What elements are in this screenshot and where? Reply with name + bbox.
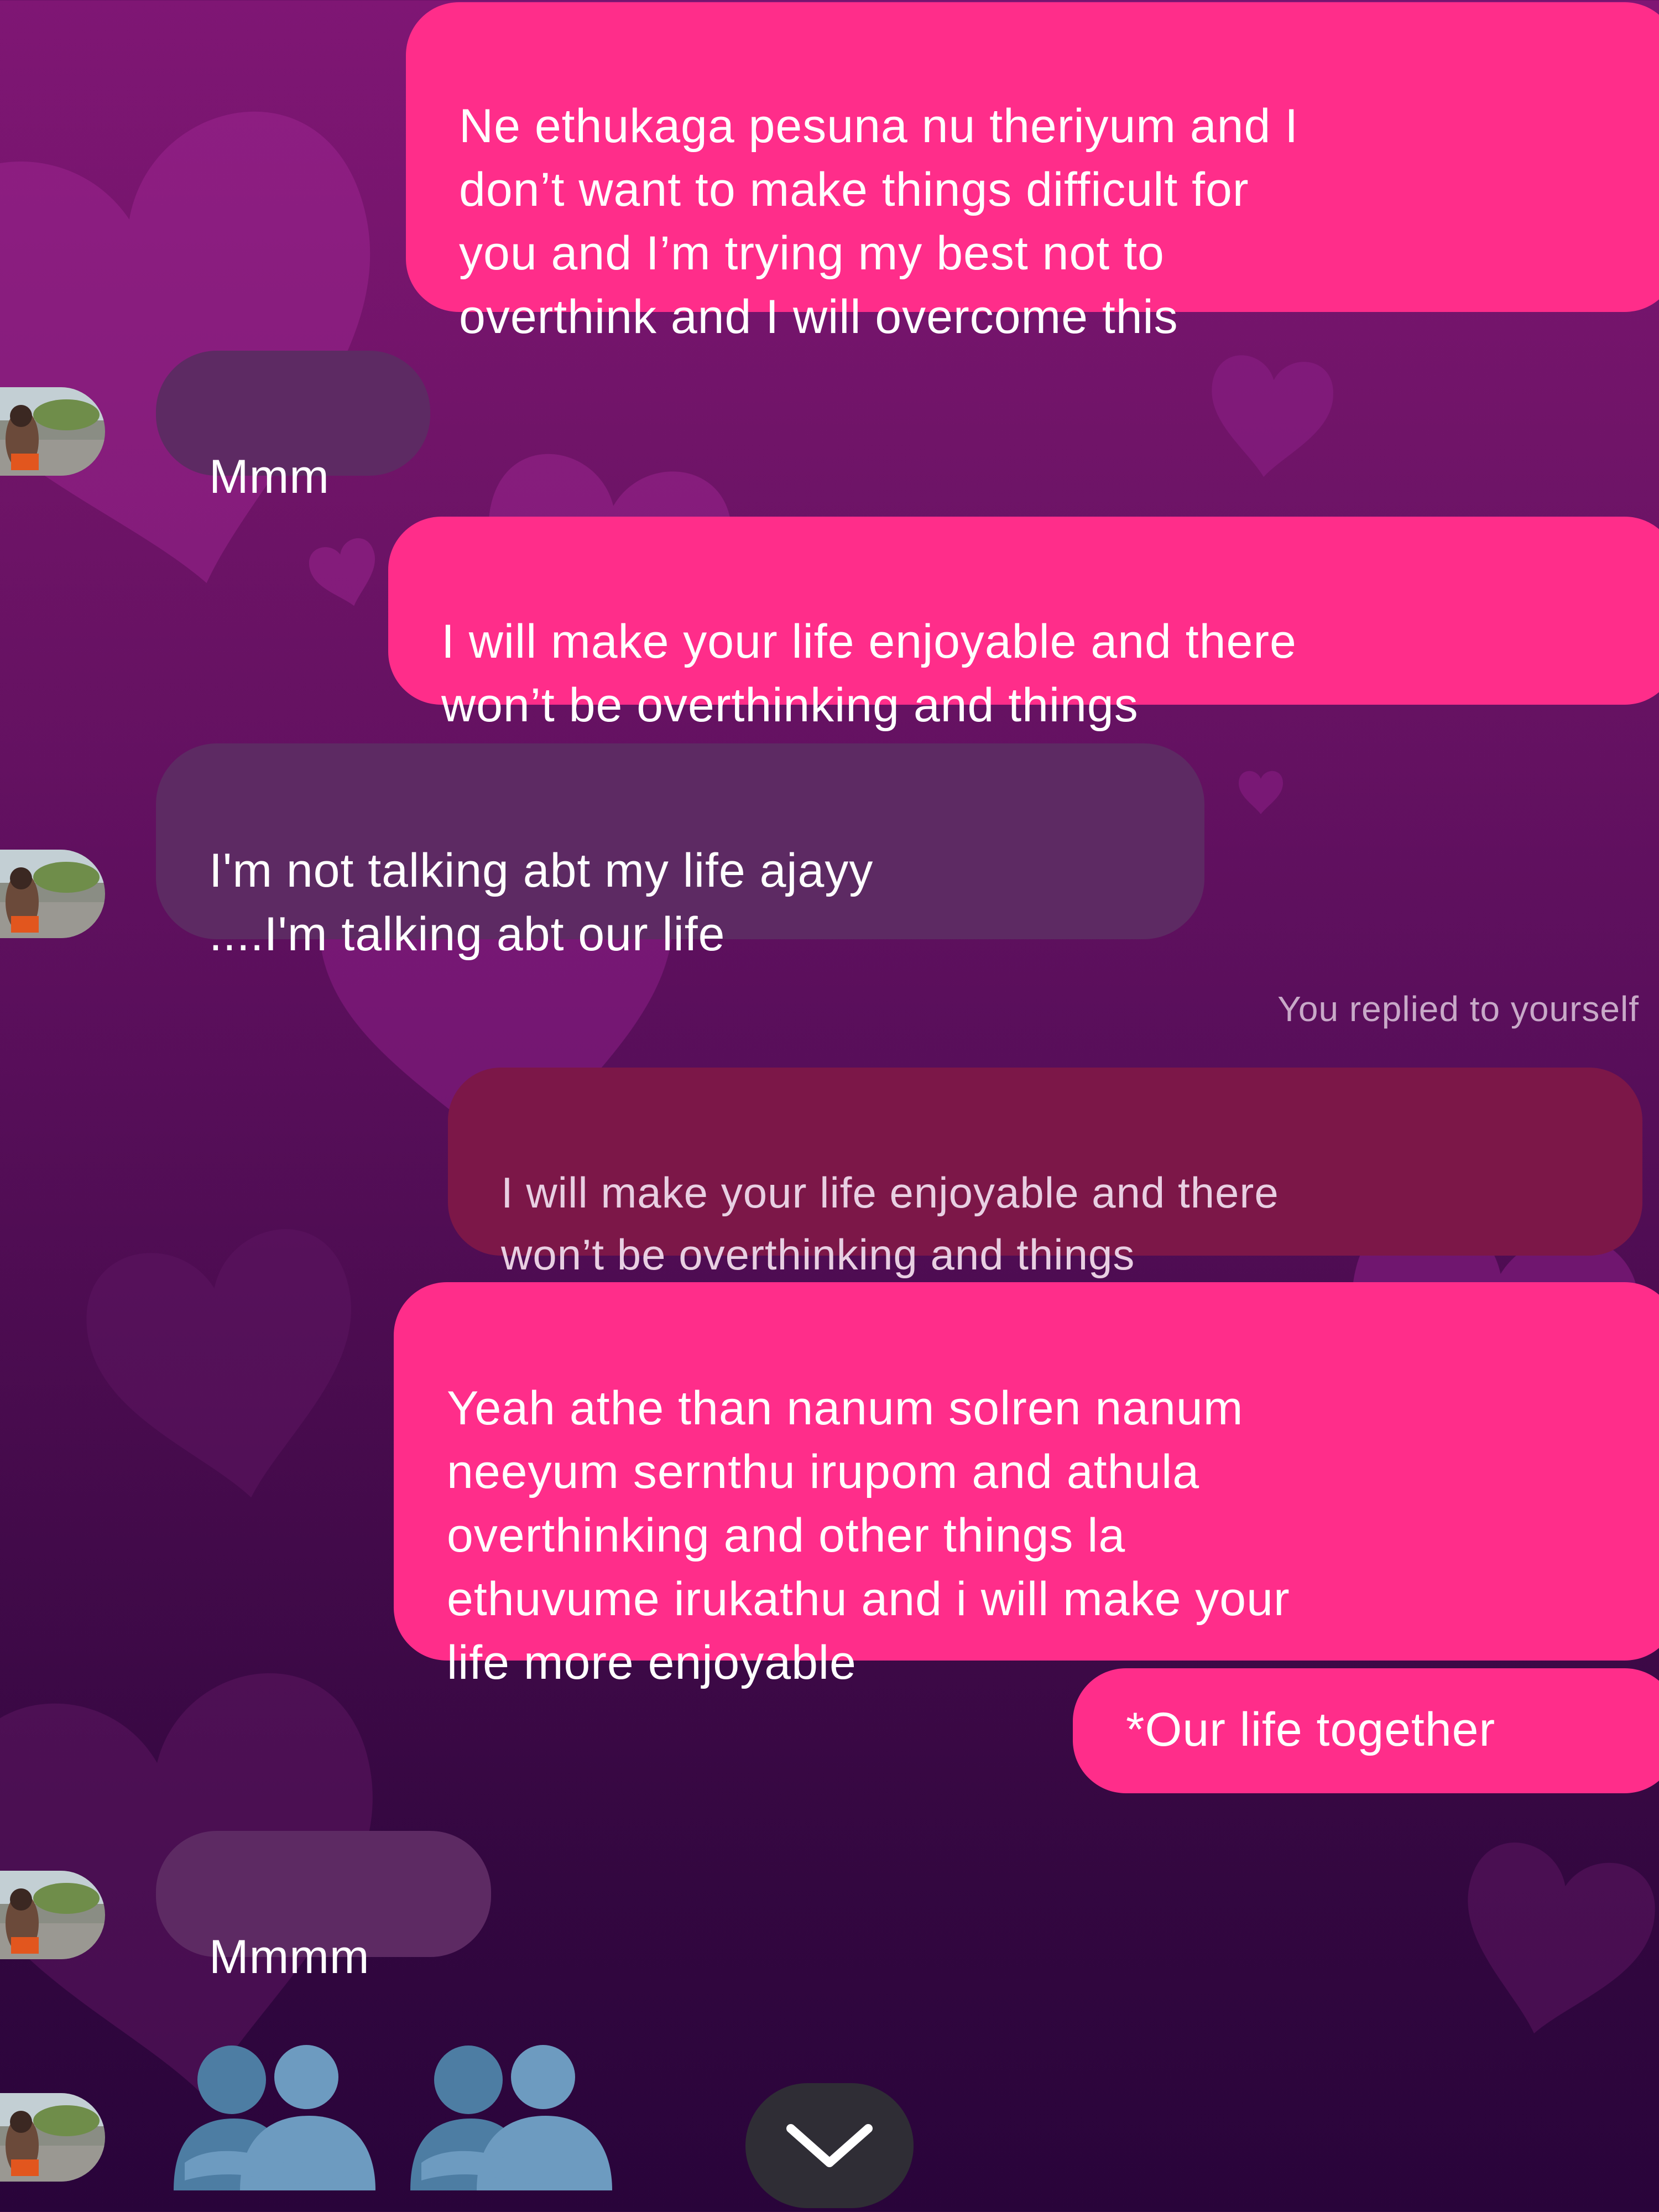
outgoing-message[interactable]: *Our life together: [1073, 1668, 1659, 1793]
incoming-message[interactable]: I'm not talking abt my life ajayy ....I'…: [156, 743, 1204, 961]
message-text: Mmmm: [209, 1930, 370, 1984]
people-hugging-icon: [410, 2045, 612, 2190]
avatar[interactable]: [0, 387, 105, 476]
contact-photo: [0, 2093, 105, 2182]
message-text: I'm not talking abt my life ajayy ....I'…: [209, 844, 874, 961]
message-text: Yeah athe than nanum solren nanum neeyum…: [447, 1382, 1290, 1689]
outgoing-message[interactable]: I will make your life enjoyable and ther…: [388, 517, 1659, 732]
message-text: *Our life together: [1126, 1703, 1496, 1756]
contact-photo: [0, 850, 105, 938]
incoming-message[interactable]: Mmmm: [156, 1831, 491, 1984]
avatar[interactable]: [0, 850, 105, 938]
message-text: I will make your life enjoyable and ther…: [441, 615, 1297, 732]
avatar[interactable]: [0, 1871, 105, 1959]
quoted-message-text: I will make your life enjoyable and ther…: [501, 1168, 1279, 1279]
scroll-to-bottom-button[interactable]: [745, 2083, 914, 2208]
incoming-message[interactable]: Mmm: [156, 351, 430, 503]
outgoing-message[interactable]: Yeah athe than nanum solren nanum neeyum…: [394, 1282, 1659, 1689]
quoted-message[interactable]: I will make your life enjoyable and ther…: [448, 1068, 1642, 1279]
contact-photo: [0, 387, 105, 476]
chevron-down-icon: [786, 2124, 873, 2167]
reply-context-label: You replied to yourself: [1277, 989, 1639, 1029]
outgoing-message[interactable]: Ne ethukaga pesuna nu theriyum and I don…: [406, 2, 1659, 343]
people-hugging-icon: [174, 2045, 375, 2190]
message-text: Mmm: [209, 450, 330, 503]
message-text: Ne ethukaga pesuna nu theriyum and I don…: [459, 100, 1299, 343]
contact-photo: [0, 1871, 105, 1959]
avatar[interactable]: [0, 2093, 105, 2182]
